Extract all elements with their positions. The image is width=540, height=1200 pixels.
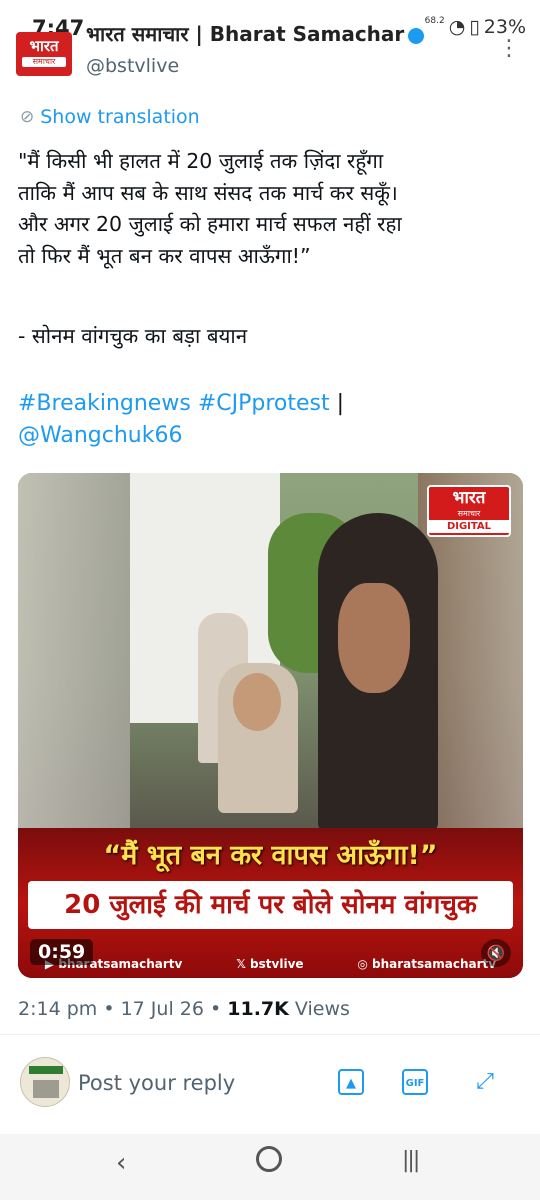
image-icon[interactable]: ▲ <box>338 1069 364 1095</box>
video-caption-headline: 20 जुलाई की मार्च पर बोले सोनम वांगचुक <box>28 881 513 929</box>
video-foreground-face <box>338 583 410 693</box>
channel-logo: भारत समाचार DIGITAL <box>427 485 511 537</box>
battery-level: 23% <box>483 16 526 38</box>
more-options-icon[interactable]: ⋮ <box>498 36 520 61</box>
system-navigation-bar: ‹ ||| <box>0 1134 540 1200</box>
show-translation-link[interactable]: ⊘ Show translation <box>20 106 200 128</box>
meta-dot: • <box>210 998 222 1020</box>
avatar-text-sub: समाचार <box>22 57 66 67</box>
views-count[interactable]: 11.7K <box>227 998 289 1020</box>
user-avatar <box>20 1057 70 1107</box>
reply-input[interactable]: Post your reply <box>78 1071 235 1095</box>
logo-text-main: भारत <box>452 488 486 508</box>
avatar-block <box>33 1080 59 1098</box>
tweet-header: 7:47 68.2 ◔ ▯ 23% भारत समाचार भारत समाचा… <box>0 0 540 100</box>
recents-icon[interactable]: ||| <box>402 1148 420 1173</box>
account-name-text: भारत समाचार | Bharat Samachar <box>86 22 405 46</box>
post-date: 17 Jul 26 <box>120 998 204 1020</box>
logo-text-sub: समाचार <box>457 509 481 518</box>
home-icon[interactable] <box>256 1146 282 1172</box>
account-avatar[interactable]: भारत समाचार <box>16 32 72 76</box>
video-speaker-head <box>233 673 281 731</box>
video-caption-quote: “मैं भूत बन कर वापस आऊँगा!” <box>103 840 438 871</box>
tweet-quote-attribution: - सोनम वांगचुक का बड़ा बयान <box>18 324 248 348</box>
reply-bar: Post your reply ▲ GIF ⤢ <box>0 1034 540 1134</box>
account-handle[interactable]: @bstvlive <box>86 55 179 77</box>
avatar-band <box>29 1066 63 1074</box>
video-footer-credits: ▶ bharatsamachartv 𝕏 bstvlive ◎ bharatsa… <box>18 950 523 978</box>
instagram-credit: ◎ bharatsamachartv <box>357 957 496 971</box>
account-name[interactable]: भारत समाचार | Bharat Samachar <box>86 20 425 47</box>
expand-icon[interactable]: ⤢ <box>472 1069 498 1095</box>
tweet-meta: 2:14 pm • 17 Jul 26 • 11.7K Views <box>18 998 350 1020</box>
translate-icon: ⊘ <box>20 107 35 127</box>
wifi-icon: ◔ <box>448 16 466 38</box>
x-logo-icon: 𝕏 <box>236 957 251 971</box>
show-translation-label: Show translation <box>40 106 200 128</box>
battery-icon: ▯ <box>469 16 480 38</box>
meta-dot: • <box>103 998 115 1020</box>
x-credit: 𝕏 bstvlive <box>236 957 303 971</box>
tag-separator: | <box>336 391 345 416</box>
video-blur-left <box>18 473 130 843</box>
logo-text-digital: DIGITAL <box>429 520 509 533</box>
mention-link[interactable]: @Wangchuk66 <box>18 423 182 448</box>
gif-icon[interactable]: GIF <box>402 1069 428 1095</box>
avatar-text-main: भारत <box>29 37 59 55</box>
hashtag-link[interactable]: #CJPprotest <box>198 391 330 416</box>
video-duration: 0:59 <box>30 939 94 965</box>
post-time: 2:14 pm <box>18 998 98 1020</box>
x-handle: bstvlive <box>250 957 304 971</box>
instagram-icon: ◎ <box>357 957 372 971</box>
back-icon[interactable]: ‹ <box>116 1148 126 1178</box>
tweet-text: "मैं किसी भी हालत में 20 जुलाई तक ज़िंदा… <box>18 149 402 268</box>
verified-badge-icon <box>408 27 425 44</box>
network-speed: 68.2 <box>424 16 445 26</box>
mute-icon[interactable]: 🔇 <box>481 939 511 967</box>
tweet-tags: #Breakingnews #CJPprotest | @Wangchuk66 <box>18 388 528 452</box>
tweet-video[interactable]: भारत समाचार DIGITAL “मैं भूत बन कर वापस … <box>18 473 523 978</box>
views-label: Views <box>294 998 350 1020</box>
hashtag-link[interactable]: #Breakingnews <box>18 391 191 416</box>
instagram-handle: bharatsamachartv <box>372 957 497 971</box>
status-indicators: 68.2 ◔ ▯ 23% <box>425 16 526 38</box>
